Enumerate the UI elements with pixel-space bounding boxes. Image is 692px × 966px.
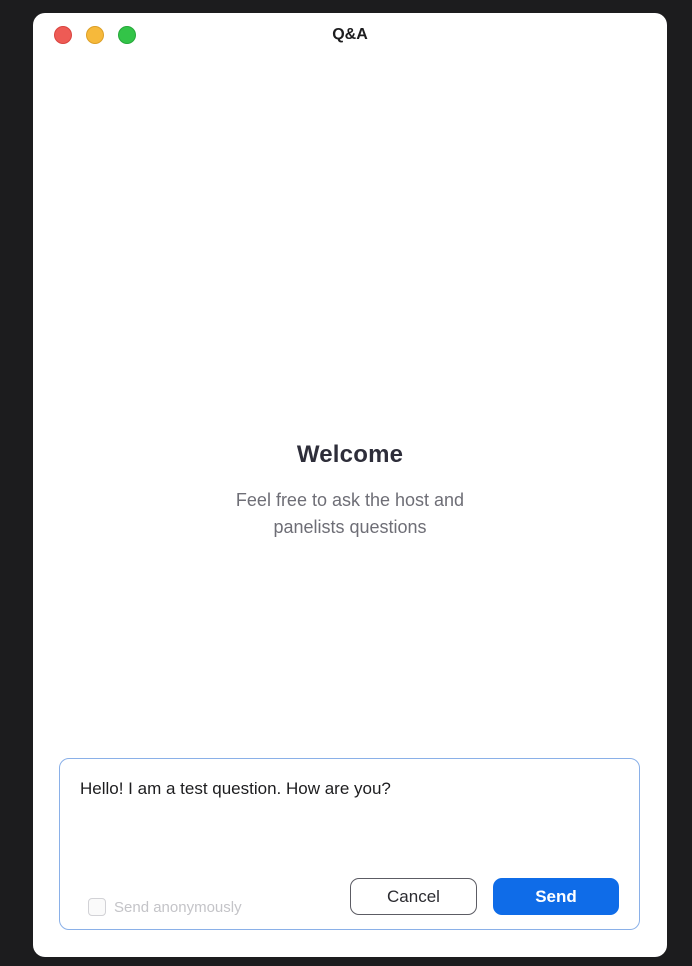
qa-window: Q&A Welcome Feel free to ask the host an…: [33, 13, 667, 957]
send-button[interactable]: Send: [493, 878, 619, 915]
title-bar[interactable]: Q&A: [33, 13, 667, 57]
window-title: Q&A: [332, 26, 368, 43]
cancel-button[interactable]: Cancel: [350, 878, 477, 915]
send-anonymously-option[interactable]: Send anonymously: [88, 898, 242, 916]
send-anonymously-checkbox[interactable]: [88, 898, 106, 916]
welcome-panel: Welcome Feel free to ask the host and pa…: [33, 441, 667, 541]
welcome-heading: Welcome: [296, 441, 404, 468]
question-composer: Hello! I am a test question. How are you…: [59, 758, 640, 930]
question-input[interactable]: Hello! I am a test question. How are you…: [80, 779, 619, 849]
send-anonymously-label: Send anonymously: [114, 898, 242, 916]
welcome-message: Feel free to ask the host and panelists …: [235, 490, 465, 537]
